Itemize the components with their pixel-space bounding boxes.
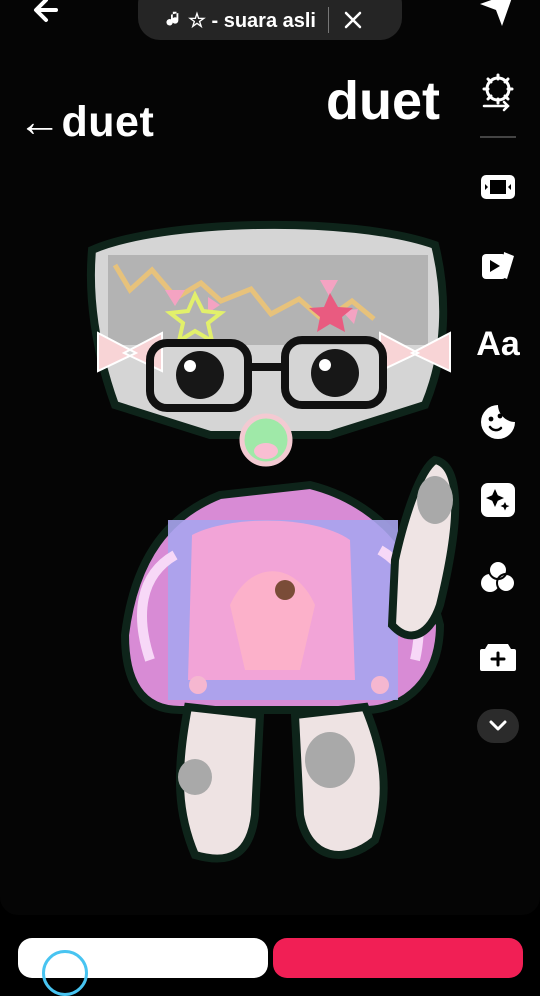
overlay-text-left[interactable]: ←duet <box>18 98 154 147</box>
effects-svg <box>481 483 515 517</box>
camera-preview: ☆ - suara asli ←duet duet Aa <box>0 0 540 915</box>
flip-layout-icon[interactable] <box>478 167 518 207</box>
cat-character-image <box>86 220 460 863</box>
template-svg <box>482 252 514 279</box>
sound-pill[interactable]: ☆ - suara asli <box>138 0 402 40</box>
overlay-text-right[interactable]: duet <box>326 70 440 132</box>
add-clip-svg <box>480 644 516 671</box>
add-clip-icon[interactable] <box>478 636 518 676</box>
sound-label: ☆ - suara asli <box>188 9 316 32</box>
settings-icon[interactable] <box>478 72 518 112</box>
close-icon[interactable] <box>343 10 363 30</box>
effects-icon[interactable] <box>478 480 518 520</box>
filters-icon[interactable] <box>478 557 518 597</box>
record-button[interactable] <box>273 938 523 978</box>
text-icon[interactable]: Aa <box>476 324 520 364</box>
settings-svg <box>482 73 514 112</box>
back-arrow-icon[interactable] <box>28 0 64 28</box>
template-icon[interactable] <box>478 245 518 285</box>
expand-more-icon[interactable] <box>477 709 519 743</box>
text-tool-label: Aa <box>476 325 520 363</box>
send-icon[interactable] <box>478 0 516 28</box>
send-svg <box>480 0 512 26</box>
music-note-icon <box>166 11 179 26</box>
toolbar-separator <box>480 136 516 138</box>
upload-icon <box>42 950 88 996</box>
flip-layout-svg <box>481 175 515 199</box>
sticker-svg <box>481 405 515 439</box>
back-arrow-svg <box>34 0 58 22</box>
filters-svg <box>481 560 516 593</box>
chevron-down-svg <box>489 720 507 731</box>
pill-divider <box>328 7 329 33</box>
sticker-icon[interactable] <box>478 402 518 442</box>
